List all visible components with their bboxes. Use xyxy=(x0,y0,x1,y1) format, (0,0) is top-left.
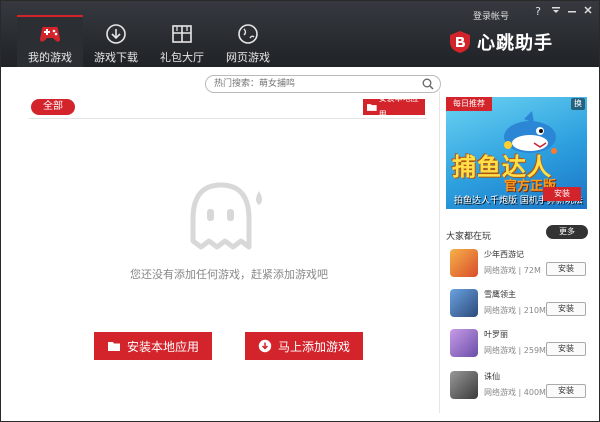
list-item[interactable]: 雪鹰领主 网络游戏 | 210M 安装 xyxy=(446,287,588,325)
filter-all-button[interactable]: 全部 xyxy=(31,99,75,115)
game-meta: 网络游戏 | 259M xyxy=(484,346,546,355)
download-circle-icon xyxy=(258,339,272,353)
install-button[interactable]: 安装 xyxy=(546,302,586,316)
game-icon xyxy=(450,289,478,317)
popular-section-title: 大家都在玩 xyxy=(446,232,492,242)
game-category: 网络游戏 xyxy=(484,306,516,315)
add-game-button[interactable]: 马上添加游戏 xyxy=(245,332,363,360)
header-bar: 我的游戏 游戏下载 礼包大厅 网页游戏 登录帐号 ? 心跳助手 xyxy=(1,1,599,67)
close-icon xyxy=(584,6,592,14)
game-size: 72M xyxy=(523,266,541,275)
brand-name: 心跳助手 xyxy=(477,33,553,54)
daily-recommendation-banner[interactable]: 每日推荐 换 捕鱼达人 官方正版 拍鱼达人千炮版 国机手鼻新玩法 安装 xyxy=(446,97,587,209)
game-meta: 网络游戏 | 400M xyxy=(484,388,546,397)
list-item[interactable]: 叶罗丽 网络游戏 | 259M 安装 xyxy=(446,327,588,365)
install-button[interactable]: 安装 xyxy=(546,262,586,276)
install-local-label: 安装本地应用 xyxy=(126,339,199,354)
game-size: 259M xyxy=(523,346,546,355)
game-name: 叶罗丽 xyxy=(484,330,508,339)
help-button[interactable]: ? xyxy=(531,5,545,19)
globe-icon xyxy=(238,24,258,44)
tab-label: 我的游戏 xyxy=(28,51,72,64)
tab-label: 网页游戏 xyxy=(226,51,270,64)
gift-icon xyxy=(172,25,192,43)
dropdown-icon xyxy=(552,7,560,13)
tab-gift-hall[interactable]: 礼包大厅 xyxy=(149,17,215,67)
game-name: 少年西游记 xyxy=(484,250,524,259)
list-item[interactable]: 少年西游记 网络游戏 | 72M 安装 xyxy=(446,247,588,285)
login-link[interactable]: 登录帐号 xyxy=(473,9,509,22)
add-game-label: 马上添加游戏 xyxy=(277,339,350,354)
shield-logo-icon xyxy=(450,31,470,53)
folder-icon xyxy=(107,342,120,351)
sidebar-divider xyxy=(439,91,440,413)
brand-logo: 心跳助手 xyxy=(449,29,553,55)
install-button[interactable]: 安装 xyxy=(546,384,586,398)
app-window: 我的游戏 游戏下载 礼包大厅 网页游戏 登录帐号 ? 心跳助手 热门搜索：萌女捕… xyxy=(0,0,600,422)
search-input[interactable] xyxy=(214,78,414,90)
minimize-button[interactable] xyxy=(565,5,579,19)
game-icon xyxy=(450,371,478,399)
install-local-app-button[interactable]: 安装本地应用 xyxy=(94,332,212,360)
game-meta: 网络游戏 | 210M xyxy=(484,306,546,315)
featured-install-button[interactable]: 安装 xyxy=(543,187,581,201)
download-icon xyxy=(106,24,126,44)
game-size: 400M xyxy=(523,388,546,397)
divider xyxy=(29,118,427,119)
settings-menu-button[interactable] xyxy=(549,5,563,19)
install-local-app-button-small[interactable]: 安装本地应用 xyxy=(363,94,425,119)
game-meta: 网络游戏 | 72M xyxy=(484,266,541,275)
swap-button[interactable]: 换 xyxy=(571,98,585,110)
game-size: 210M xyxy=(523,306,546,315)
search-icon[interactable] xyxy=(422,78,434,90)
daily-title: 每日推荐 xyxy=(446,97,492,111)
gamepad-icon xyxy=(40,26,60,42)
game-icon xyxy=(450,329,478,357)
game-icon xyxy=(450,249,478,277)
tab-web-games[interactable]: 网页游戏 xyxy=(215,17,281,67)
tab-label: 游戏下载 xyxy=(94,51,138,64)
game-category: 网络游戏 xyxy=(484,388,516,397)
ghost-empty-icon xyxy=(190,182,262,250)
game-category: 网络游戏 xyxy=(484,266,516,275)
empty-state-message: 您还没有添加任何游戏，赶紧添加游戏吧 xyxy=(130,268,328,281)
tab-my-games[interactable]: 我的游戏 xyxy=(17,15,83,67)
minimize-icon xyxy=(568,11,576,13)
game-name: 雪鹰领主 xyxy=(484,290,516,299)
tab-game-download[interactable]: 游戏下载 xyxy=(83,17,149,67)
close-button[interactable] xyxy=(581,5,595,19)
list-item[interactable]: 诛仙 网络游戏 | 400M 安装 xyxy=(446,369,588,407)
install-button[interactable]: 安装 xyxy=(546,342,586,356)
game-name: 诛仙 xyxy=(484,372,500,381)
more-button[interactable]: 更多 xyxy=(546,225,588,239)
tab-label: 礼包大厅 xyxy=(160,51,204,64)
folder-icon xyxy=(367,104,377,111)
game-category: 网络游戏 xyxy=(484,346,516,355)
